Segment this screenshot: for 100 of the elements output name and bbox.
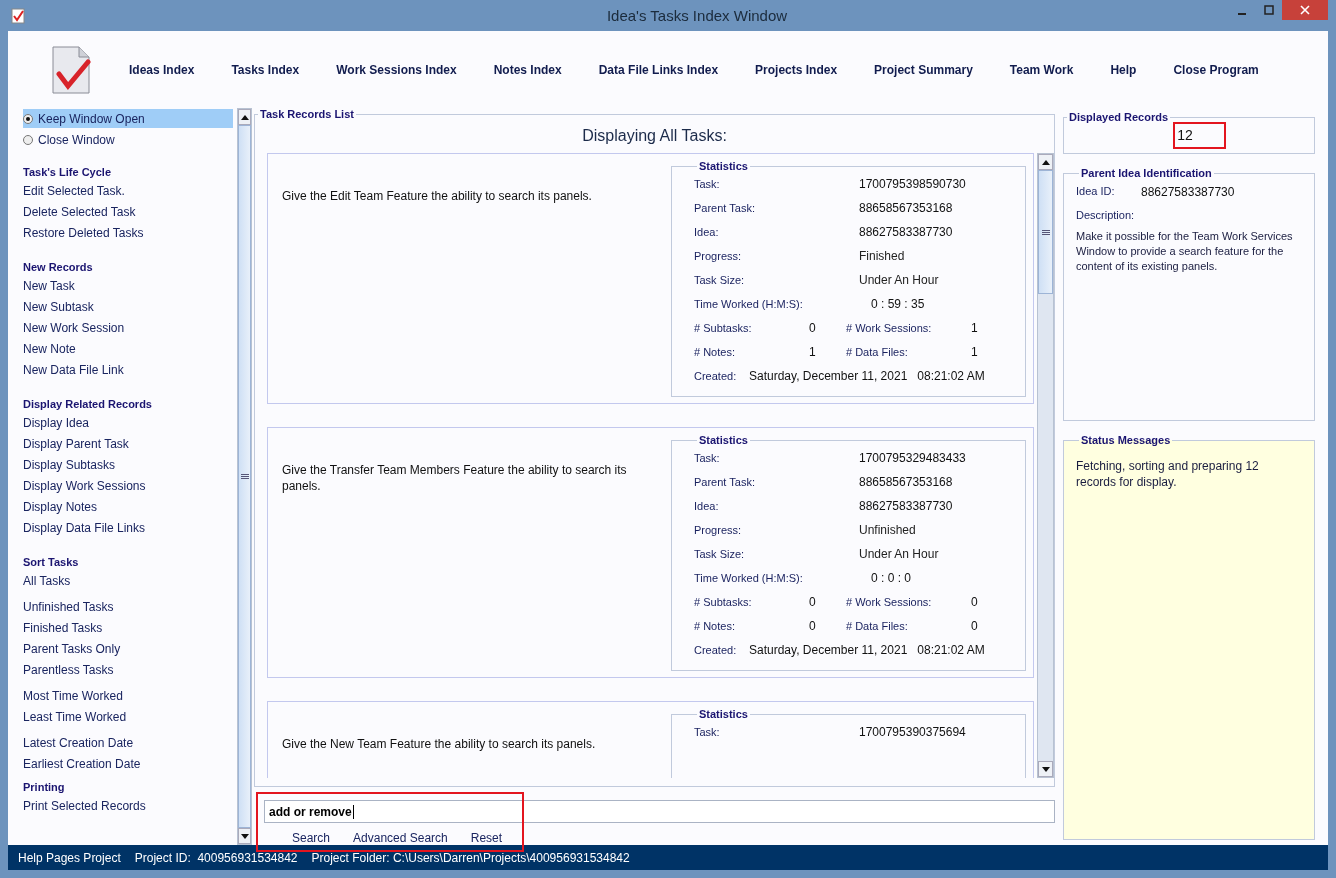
sidebar-link[interactable]: Most Time Worked [23,686,233,707]
stat-value: 0 : 59 : 35 [871,297,925,311]
search-action-link[interactable]: Advanced Search [353,831,448,845]
stat-value: 0 [809,595,817,609]
stat-label: # Work Sessions: [846,596,933,608]
section-heading: Printing [23,780,66,795]
app-icon [10,7,26,24]
stat-label: Task: [694,178,721,190]
stat-value: Unfinished [859,523,916,537]
nav-link[interactable]: Help [1110,62,1137,77]
maximize-icon [1263,5,1274,15]
sidebar-link[interactable]: Latest Creation Date [23,733,233,754]
nav-link[interactable]: Data File Links Index [598,62,719,77]
stat-value: 88658567353168 [859,201,953,215]
arrow-up-icon [1041,159,1050,165]
panel-title: Task Records List [259,108,355,120]
sidebar-link[interactable]: Parentless Tasks [23,660,233,681]
nav-link[interactable]: Tasks Index [231,62,300,77]
grip-icon [1041,229,1050,235]
sidebar-link[interactable]: New Subtask [23,297,233,318]
highlight-frame [1173,122,1226,149]
document-check-icon [51,45,91,94]
idea-description: Make it possible for the Team Work Services Window to provide a search feature for the content of its existing panels. [1076,229,1294,274]
sidebar-link[interactable]: New Data File Link [23,360,233,381]
nav-link[interactable]: Ideas Index [129,62,195,77]
stat-value: 1700795329483433 [859,451,966,465]
nav-link[interactable]: Team Work [1009,62,1074,77]
close-button[interactable] [1282,0,1328,20]
task-card[interactable] [267,427,1034,678]
stat-value: Saturday, December 11, 2021 08:21:02 AM [749,643,985,657]
close-icon [1300,5,1310,15]
grip-icon [240,474,249,479]
nav-link[interactable]: Projects Index [755,62,838,77]
sidebar-link[interactable]: Finished Tasks [23,618,233,639]
stat-label: Idea: [694,226,720,238]
stat-label: # Subtasks: [694,322,753,334]
sidebar-link[interactable]: Display Work Sessions [23,476,233,497]
stat-label: Task Size: [694,274,746,286]
sidebar-link[interactable]: New Work Session [23,318,233,339]
panel-title: Statistics [698,708,749,720]
sidebar-link[interactable]: New Task [23,276,233,297]
stat-value: 1 [809,345,817,359]
arrow-down-icon [1041,766,1050,772]
nav-link[interactable]: Work Sessions Index [336,62,457,77]
stat-label: Task: [694,726,721,738]
minimize-icon [1237,13,1246,15]
search-action-link[interactable]: Reset [470,831,503,845]
nav-link[interactable]: Close Program [1173,62,1259,77]
stat-value: Under An Hour [859,547,939,561]
sidebar-link[interactable]: Display Parent Task [23,434,233,455]
stat-value: 1700795390375694 [859,725,966,739]
sidebar-link[interactable]: Earliest Creation Date [23,754,233,775]
stat-label: # Notes: [694,620,736,632]
task-card[interactable] [267,153,1034,404]
panel-title: Status Messages [1080,434,1172,446]
stat-value: 0 [971,595,979,609]
scrollbar[interactable] [237,108,252,845]
stat-label: Progress: [694,524,743,536]
scrollbar[interactable] [1037,153,1054,778]
arrow-up-icon [240,114,249,120]
sidebar-link[interactable]: Display Idea [23,413,233,434]
sidebar-link[interactable]: Unfinished Tasks [23,597,233,618]
sidebar-link[interactable]: Print Selected Records [23,796,233,817]
sidebar-link[interactable]: Display Data File Links [23,518,233,539]
stat-label: # Subtasks: [694,596,753,608]
stat-label: Time Worked (H:M:S): [694,572,804,584]
stat-label: # Data Files: [846,346,909,358]
sidebar-link[interactable]: Parent Tasks Only [23,639,233,660]
sidebar-link[interactable]: Restore Deleted Tasks [23,223,233,244]
stat-value: 88627583387730 [859,225,953,239]
sidebar-link[interactable]: Least Time Worked [23,707,233,728]
sidebar-link[interactable]: Display Notes [23,497,233,518]
stat-label: Progress: [694,250,743,262]
task-description: Give the New Team Feature the ability to search its panels. [282,736,597,753]
sidebar-link[interactable]: Delete Selected Task [23,202,233,223]
radio-option[interactable]: Close Window [23,130,233,149]
stat-label: Task Size: [694,548,746,560]
sidebar-link[interactable]: All Tasks [23,571,233,592]
stat-value: 0 [809,321,817,335]
stat-label: Created: [694,370,738,382]
status-text: Help Pages Project [18,850,121,865]
stat-label: Created: [694,644,738,656]
stat-value: Finished [859,249,905,263]
section-heading: Display Related Records [23,397,153,412]
record-count: 12 [1177,127,1193,143]
search-field[interactable]: add or remove [264,800,1055,823]
panel-title: Parent Idea Identification [1080,167,1213,179]
radio-option[interactable]: Keep Window Open [23,109,233,128]
sidebar-link[interactable]: Edit Selected Task. [23,181,233,202]
sidebar-link[interactable]: Display Subtasks [23,455,233,476]
nav-link[interactable]: Project Summary [874,62,973,77]
search-action-link[interactable]: Search [292,831,331,845]
stat-label: # Data Files: [846,620,909,632]
sidebar-link[interactable]: New Note [23,339,233,360]
description-label: Description: [1076,209,1136,221]
stat-value: Under An Hour [859,273,939,287]
nav-link[interactable]: Notes Index [493,62,562,77]
stat-label: Task: [694,452,721,464]
stat-label: # Work Sessions: [846,322,933,334]
status-message: Fetching, sorting and preparing 12 records for display. [1076,458,1260,490]
